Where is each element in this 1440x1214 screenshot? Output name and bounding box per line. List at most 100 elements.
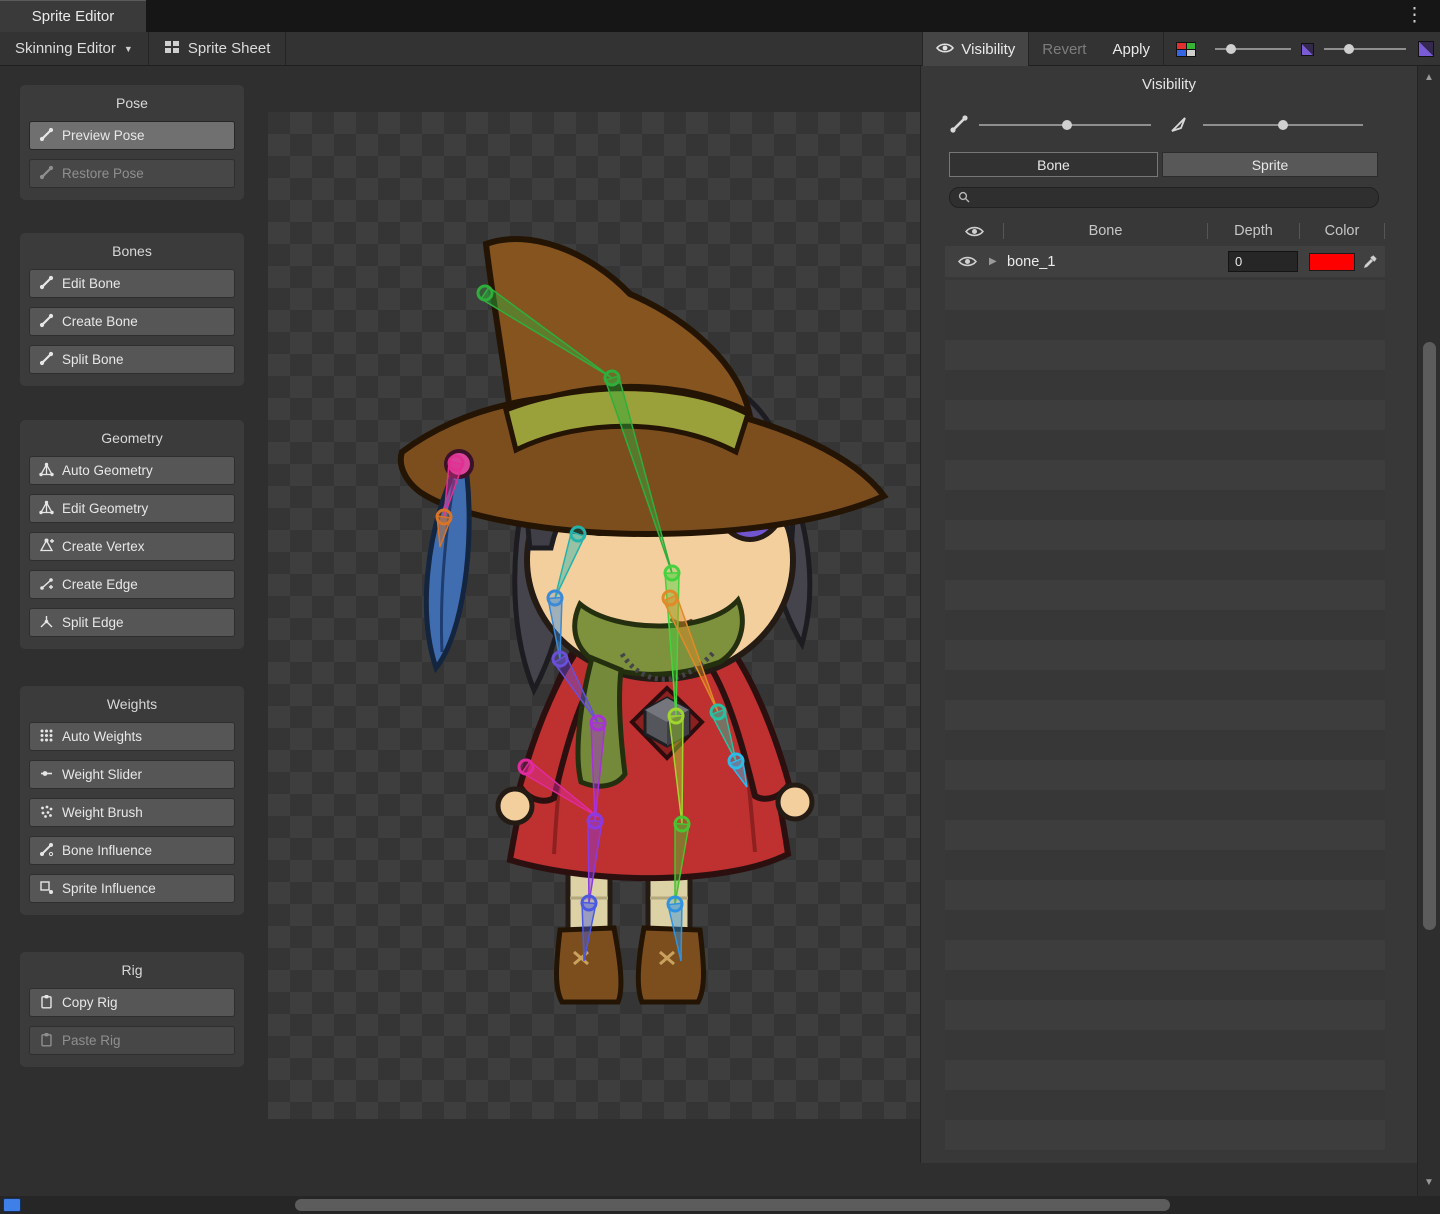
button-label: Weight Slider	[62, 767, 142, 782]
sprite-influence-button[interactable]: Sprite Influence	[29, 874, 235, 903]
auto-geometry-button[interactable]: Auto Geometry	[29, 456, 235, 485]
eye-icon[interactable]	[945, 225, 1003, 238]
visibility-search-input[interactable]	[976, 190, 1370, 205]
bone-row[interactable]: ▶ bone_1	[945, 246, 1385, 277]
split-bone-button[interactable]: Split Bone	[29, 345, 235, 374]
group-title: Geometry	[29, 430, 235, 446]
apply-button[interactable]: Apply	[1099, 32, 1164, 66]
scroll-corner-icon[interactable]	[3, 1198, 21, 1212]
scroll-down-arrow[interactable]: ▼	[1418, 1177, 1440, 1188]
button-label: Edit Geometry	[62, 501, 148, 516]
bone-opacity-slider[interactable]	[979, 118, 1151, 132]
tab-sprite-label: Sprite	[1252, 157, 1289, 173]
button-label: Split Bone	[62, 352, 124, 367]
button-label: Split Edge	[62, 615, 124, 630]
create-vertex-icon	[39, 538, 54, 556]
slider-thumb[interactable]	[1226, 44, 1236, 54]
auto-geometry-icon	[39, 462, 54, 480]
sprite-influence-icon	[39, 880, 54, 898]
skinning-editor-dropdown[interactable]: Skinning Editor ▼	[0, 32, 149, 65]
create-bone-icon	[39, 313, 54, 331]
visibility-panel: Visibility Bone Sprite Bone Depth Color …	[920, 66, 1417, 1163]
group-title: Weights	[29, 696, 235, 712]
vertical-scrollbar[interactable]: ▲ ▼	[1417, 66, 1440, 1196]
apply-label: Apply	[1112, 41, 1150, 58]
revert-button[interactable]: Revert	[1029, 32, 1099, 66]
sprite-canvas[interactable]	[268, 112, 920, 1119]
mesh-opacity-icon	[1169, 114, 1189, 137]
create-bone-button[interactable]: Create Bone	[29, 307, 235, 336]
vertical-scrollbar-thumb[interactable]	[1423, 342, 1436, 930]
sprite-sheet-label: Sprite Sheet	[188, 40, 271, 57]
search-icon	[958, 190, 970, 206]
split-edge-icon	[39, 614, 54, 632]
title-bar: Sprite Editor ⋮	[0, 0, 1440, 32]
copy-rig-button[interactable]: Copy Rig	[29, 988, 235, 1017]
visibility-label: Visibility	[961, 41, 1015, 58]
window-title: Sprite Editor	[32, 8, 115, 25]
button-label: Preview Pose	[62, 128, 145, 143]
bone-color-swatch[interactable]	[1309, 253, 1355, 271]
bone-opacity-icon	[949, 114, 969, 137]
edit-geometry-button[interactable]: Edit Geometry	[29, 494, 235, 523]
copy-rig-icon	[39, 994, 54, 1012]
slider-thumb[interactable]	[1278, 120, 1288, 130]
edit-geometry-icon	[39, 500, 54, 518]
auto-weights-icon	[39, 728, 54, 746]
fold-arrow-icon[interactable]: ▶	[989, 256, 1007, 267]
weight-brush-button[interactable]: Weight Brush	[29, 798, 235, 827]
button-label: Sprite Influence	[62, 881, 156, 896]
weights-group: Weights Auto Weights Weight Slider Weigh…	[20, 686, 244, 915]
sprite-sheet-icon	[164, 40, 180, 58]
restore-pose-icon	[39, 165, 54, 183]
horizontal-scrollbar-thumb[interactable]	[295, 1199, 1170, 1211]
sprite-sheet-button[interactable]: Sprite Sheet	[149, 32, 287, 65]
tab-sprite[interactable]: Sprite	[1162, 152, 1378, 177]
slider-track	[1324, 48, 1406, 50]
visibility-toggle-button[interactable]: Visibility	[922, 32, 1029, 66]
create-vertex-button[interactable]: Create Vertex	[29, 532, 235, 561]
bone-depth-input[interactable]	[1228, 251, 1298, 272]
button-label: Paste Rig	[62, 1033, 121, 1048]
scroll-up-arrow[interactable]: ▲	[1418, 72, 1440, 83]
toolbar: Skinning Editor ▼ Sprite Sheet Visibilit…	[0, 32, 1440, 66]
horizontal-scrollbar[interactable]	[0, 1196, 1440, 1214]
brightness-swatch[interactable]	[1418, 41, 1434, 57]
tab-bone[interactable]: Bone	[949, 152, 1158, 177]
eye-icon[interactable]	[945, 255, 989, 268]
mesh-opacity-slider[interactable]	[1203, 118, 1363, 132]
brightness-slider[interactable]	[1324, 42, 1406, 56]
eyedropper-icon[interactable]	[1355, 254, 1385, 270]
bone-influence-icon	[39, 842, 54, 860]
button-label: Edit Bone	[62, 276, 121, 291]
alpha-swatch[interactable]	[1301, 43, 1314, 56]
button-label: Auto Geometry	[62, 463, 153, 478]
button-label: Create Edge	[62, 577, 138, 592]
character-sprite	[268, 112, 920, 1119]
button-label: Create Bone	[62, 314, 138, 329]
slider-thumb[interactable]	[1062, 120, 1072, 130]
restore-pose-button[interactable]: Restore Pose	[29, 159, 235, 188]
button-label: Restore Pose	[62, 166, 144, 181]
slider-thumb[interactable]	[1344, 44, 1354, 54]
edit-bone-icon	[39, 275, 54, 293]
revert-label: Revert	[1042, 41, 1086, 58]
weight-slider-button[interactable]: Weight Slider	[29, 760, 235, 789]
pose-group: Pose Preview Pose Restore Pose	[20, 85, 244, 200]
split-edge-button[interactable]: Split Edge	[29, 608, 235, 637]
auto-weights-button[interactable]: Auto Weights	[29, 722, 235, 751]
color-channels-icon[interactable]	[1176, 42, 1196, 57]
visibility-search[interactable]	[949, 187, 1379, 208]
tab-sprite-editor[interactable]: Sprite Editor	[0, 0, 146, 32]
preview-pose-button[interactable]: Preview Pose	[29, 121, 235, 150]
tab-bone-label: Bone	[1037, 157, 1070, 173]
column-header-bone: Bone	[1003, 223, 1207, 239]
create-edge-button[interactable]: Create Edge	[29, 570, 235, 599]
button-label: Create Vertex	[62, 539, 145, 554]
bone-influence-button[interactable]: Bone Influence	[29, 836, 235, 865]
alpha-slider[interactable]	[1215, 42, 1291, 56]
paste-rig-button[interactable]: Paste Rig	[29, 1026, 235, 1055]
split-bone-icon	[39, 351, 54, 369]
window-menu-icon[interactable]: ⋮	[1405, 4, 1424, 27]
edit-bone-button[interactable]: Edit Bone	[29, 269, 235, 298]
